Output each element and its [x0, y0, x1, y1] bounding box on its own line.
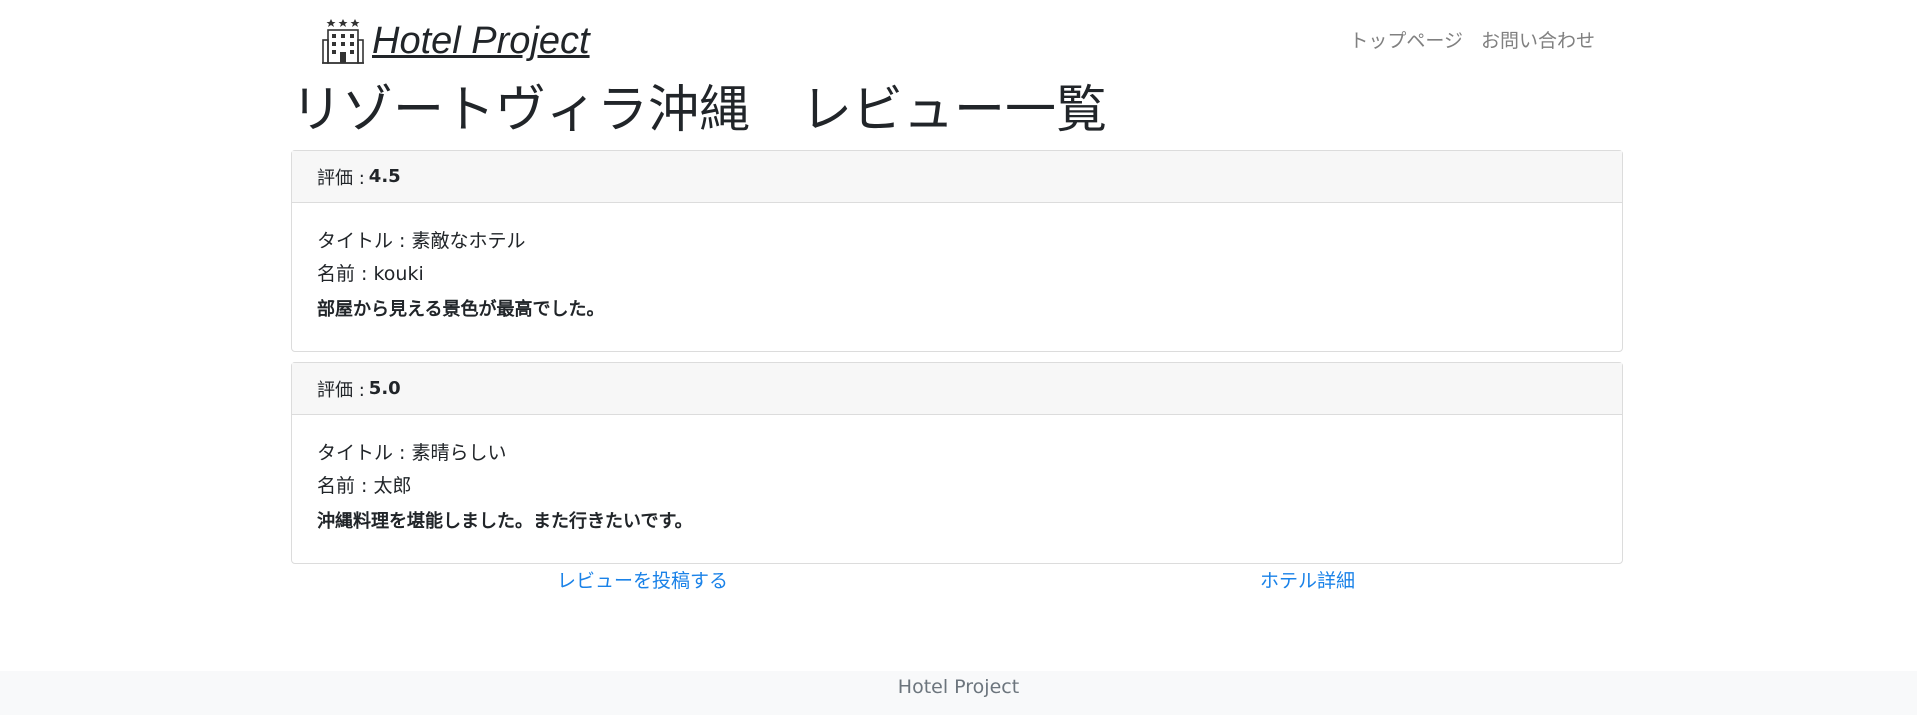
- post-review-link[interactable]: レビューを投稿する: [557, 566, 728, 593]
- review-body: タイトル : 素晴らしい 名前 : 太郎 沖縄料理を堪能しました。また行きたいで…: [292, 415, 1622, 563]
- review-author: 名前 : kouki: [317, 263, 424, 285]
- nav-link-top-page[interactable]: トップページ: [1349, 26, 1463, 53]
- navbar: Hotel Project トップページ お問い合わせ: [0, 0, 1917, 80]
- rating-value: 5.0: [368, 378, 401, 399]
- hotel-detail-link[interactable]: ホテル詳細: [1260, 566, 1355, 593]
- review-comment: 部屋から見える景色が最高でした。: [317, 299, 605, 320]
- rating-label: 評価 :: [317, 379, 365, 401]
- review-rating: 評価 : 4.5: [292, 151, 1622, 203]
- review-body: タイトル : 素敵なホテル 名前 : kouki 部屋から見える景色が最高でした…: [292, 203, 1622, 351]
- review-card: 評価 : 5.0 タイトル : 素晴らしい 名前 : 太郎 沖縄料理を堪能しまし…: [291, 362, 1623, 564]
- nav-link-contact[interactable]: お問い合わせ: [1481, 26, 1595, 53]
- review-card: 評価 : 4.5 タイトル : 素敵なホテル 名前 : kouki 部屋から見え…: [291, 150, 1623, 352]
- review-actions: レビューを投稿する ホテル詳細: [291, 566, 1623, 596]
- brand-text: Hotel Project: [372, 20, 590, 62]
- footer-text: Hotel Project: [897, 676, 1020, 698]
- nav-links: トップページ お問い合わせ: [1349, 26, 1595, 53]
- review-title: タイトル : 素敵なホテル: [317, 230, 526, 252]
- rating-label: 評価 :: [317, 167, 365, 189]
- review-rating: 評価 : 5.0: [292, 363, 1622, 415]
- brand-link[interactable]: Hotel Project: [320, 16, 590, 64]
- hotel-building-icon: [322, 19, 364, 64]
- review-title: タイトル : 素晴らしい: [317, 442, 507, 464]
- footer: Hotel Project: [0, 671, 1917, 715]
- review-comment: 沖縄料理を堪能しました。また行きたいです。: [317, 511, 693, 532]
- page-title: リゾートヴィラ沖縄 レビュー一覧: [291, 81, 1108, 140]
- review-author: 名前 : 太郎: [317, 475, 412, 497]
- rating-value: 4.5: [368, 166, 401, 187]
- review-list: 評価 : 4.5 タイトル : 素敵なホテル 名前 : kouki 部屋から見え…: [291, 150, 1623, 574]
